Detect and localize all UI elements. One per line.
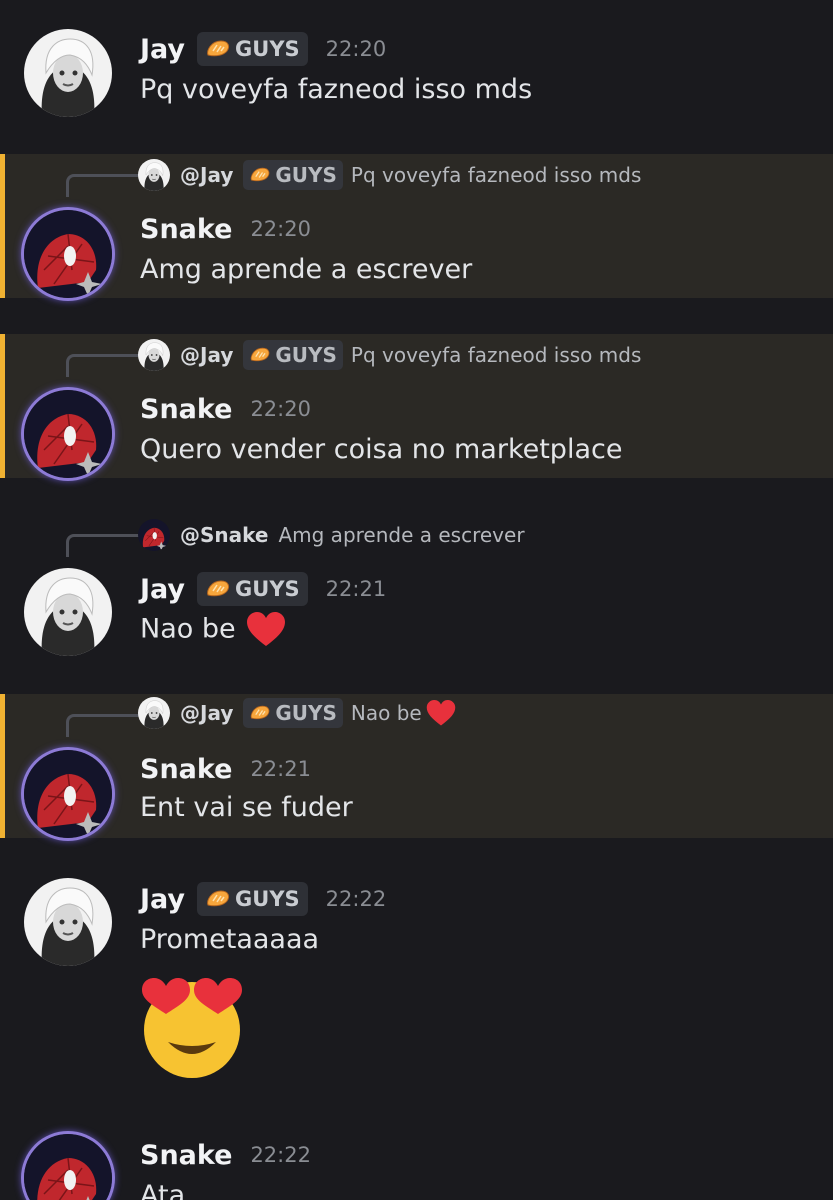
reply-preview[interactable]: @Snake Amg aprende a escrever (138, 520, 525, 550)
guild-tag[interactable]: GUYS (197, 882, 308, 916)
reply-guild-tag-label: GUYS (275, 701, 337, 725)
reply-author: @Snake (180, 523, 269, 547)
reply-avatar (138, 697, 170, 729)
message[interactable]: @Jay GUYS Pq voveyfa fazneod isso mds Sn… (0, 154, 833, 298)
reply-avatar (138, 519, 170, 551)
avatar[interactable] (24, 390, 112, 478)
message-text: Pq voveyfa fazneod isso mds (140, 74, 533, 105)
author-name[interactable]: Snake (140, 754, 232, 785)
author-name[interactable]: Snake (140, 1140, 232, 1171)
timestamp: 22:22 (250, 1143, 311, 1167)
timestamp: 22:21 (250, 757, 311, 781)
reply-guild-tag: GUYS (243, 340, 343, 370)
bread-icon (205, 579, 231, 599)
message[interactable]: @Snake Amg aprende a escrever Jay GUYS 2… (0, 514, 833, 674)
avatar[interactable] (24, 210, 112, 298)
guild-tag[interactable]: GUYS (197, 32, 308, 66)
reply-spine (66, 354, 139, 377)
avatar[interactable] (24, 29, 112, 117)
reply-text: Amg aprende a escrever (278, 523, 525, 547)
guild-tag-label: GUYS (235, 887, 300, 911)
reply-author: @Jay (180, 163, 234, 187)
message[interactable]: Snake 22:22 Ata (0, 1120, 833, 1200)
guild-tag-label: GUYS (235, 577, 300, 601)
reply-author: @Jay (180, 343, 234, 367)
reply-preview[interactable]: @Jay GUYS Nao be (138, 698, 456, 728)
avatar[interactable] (24, 1134, 112, 1200)
reply-spine (66, 534, 139, 557)
reply-text: Pq voveyfa fazneod isso mds (350, 163, 642, 187)
avatar[interactable] (24, 750, 112, 838)
message-text: Ent vai se fuder (140, 792, 353, 823)
message[interactable]: Jay GUYS 22:22 Prometaaaaa (0, 860, 833, 1110)
reply-avatar (138, 339, 170, 371)
reply-preview[interactable]: @Jay GUYS Pq voveyfa fazneod isso mds (138, 160, 641, 190)
reply-text: Nao be (350, 701, 422, 725)
reply-spine (66, 714, 139, 737)
timestamp: 22:22 (325, 887, 387, 911)
reply-guild-tag: GUYS (243, 160, 343, 190)
heart-emoji (246, 612, 286, 648)
timestamp: 22:20 (250, 397, 311, 421)
reply-preview[interactable]: @Jay GUYS Pq voveyfa fazneod isso mds (138, 340, 641, 370)
message[interactable]: @Jay GUYS Pq voveyfa fazneod isso mds Sn… (0, 334, 833, 478)
message-text: Prometaaaaa (140, 924, 320, 955)
message-text: Nao be (140, 612, 286, 648)
bread-icon (205, 889, 231, 909)
reply-avatar (138, 159, 170, 191)
avatar[interactable] (24, 568, 112, 656)
guild-tag[interactable]: GUYS (197, 572, 308, 606)
message-text: Amg aprende a escrever (140, 254, 473, 285)
reply-author: @Jay (180, 701, 234, 725)
timestamp: 22:21 (325, 577, 387, 601)
bread-icon (249, 704, 271, 722)
guild-tag-label: GUYS (235, 37, 300, 61)
message[interactable]: Jay GUYS 22:20 Pq voveyfa fazneod isso m… (0, 0, 833, 140)
timestamp: 22:20 (250, 217, 311, 241)
reply-guild-tag-label: GUYS (275, 343, 337, 367)
message-text: Quero vender coisa no marketplace (140, 434, 623, 465)
bread-icon (249, 346, 271, 364)
author-name[interactable]: Jay (140, 884, 185, 915)
author-name[interactable]: Jay (140, 574, 185, 605)
reply-text: Pq voveyfa fazneod isso mds (350, 343, 642, 367)
heart-eyes-emoji (142, 978, 242, 1078)
bread-icon (249, 166, 271, 184)
message-text-body: Nao be (140, 613, 236, 645)
reply-guild-tag: GUYS (243, 698, 343, 728)
author-name[interactable]: Jay (140, 34, 185, 65)
avatar[interactable] (24, 878, 112, 966)
reply-guild-tag-label: GUYS (275, 163, 337, 187)
bread-icon (205, 39, 231, 59)
reply-spine (66, 174, 139, 197)
timestamp: 22:20 (325, 37, 387, 61)
author-name[interactable]: Snake (140, 394, 232, 425)
message[interactable]: @Jay GUYS Nao be Snake 22:21 Ent vai se … (0, 694, 833, 838)
message-text: Ata (140, 1180, 186, 1200)
heart-emoji (426, 700, 456, 727)
author-name[interactable]: Snake (140, 214, 232, 245)
